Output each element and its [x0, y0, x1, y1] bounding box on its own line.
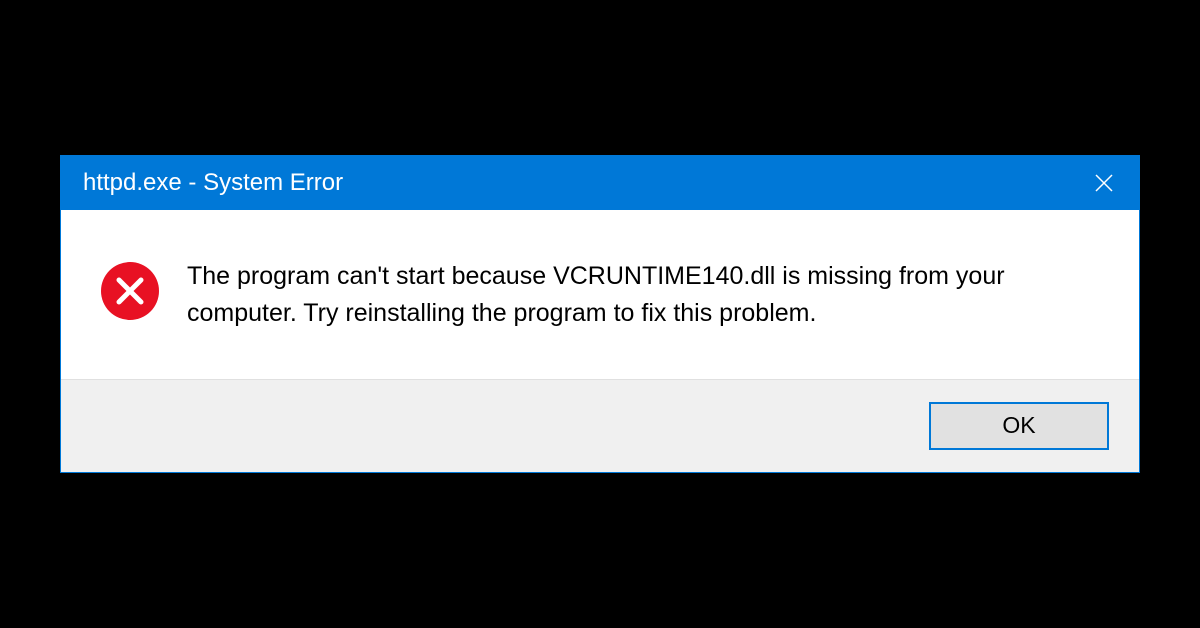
dialog-title: httpd.exe - System Error [83, 169, 343, 197]
ok-button[interactable]: OK [929, 402, 1109, 450]
close-icon [1094, 173, 1114, 193]
error-message: The program can't start because VCRUNTIM… [187, 258, 1089, 331]
dialog-footer: OK [61, 379, 1139, 472]
error-icon [101, 262, 159, 320]
titlebar[interactable]: httpd.exe - System Error [61, 156, 1139, 210]
system-error-dialog: httpd.exe - System Error The program can… [60, 155, 1140, 473]
dialog-content: The program can't start because VCRUNTIM… [61, 210, 1139, 379]
close-button[interactable] [1069, 156, 1139, 210]
